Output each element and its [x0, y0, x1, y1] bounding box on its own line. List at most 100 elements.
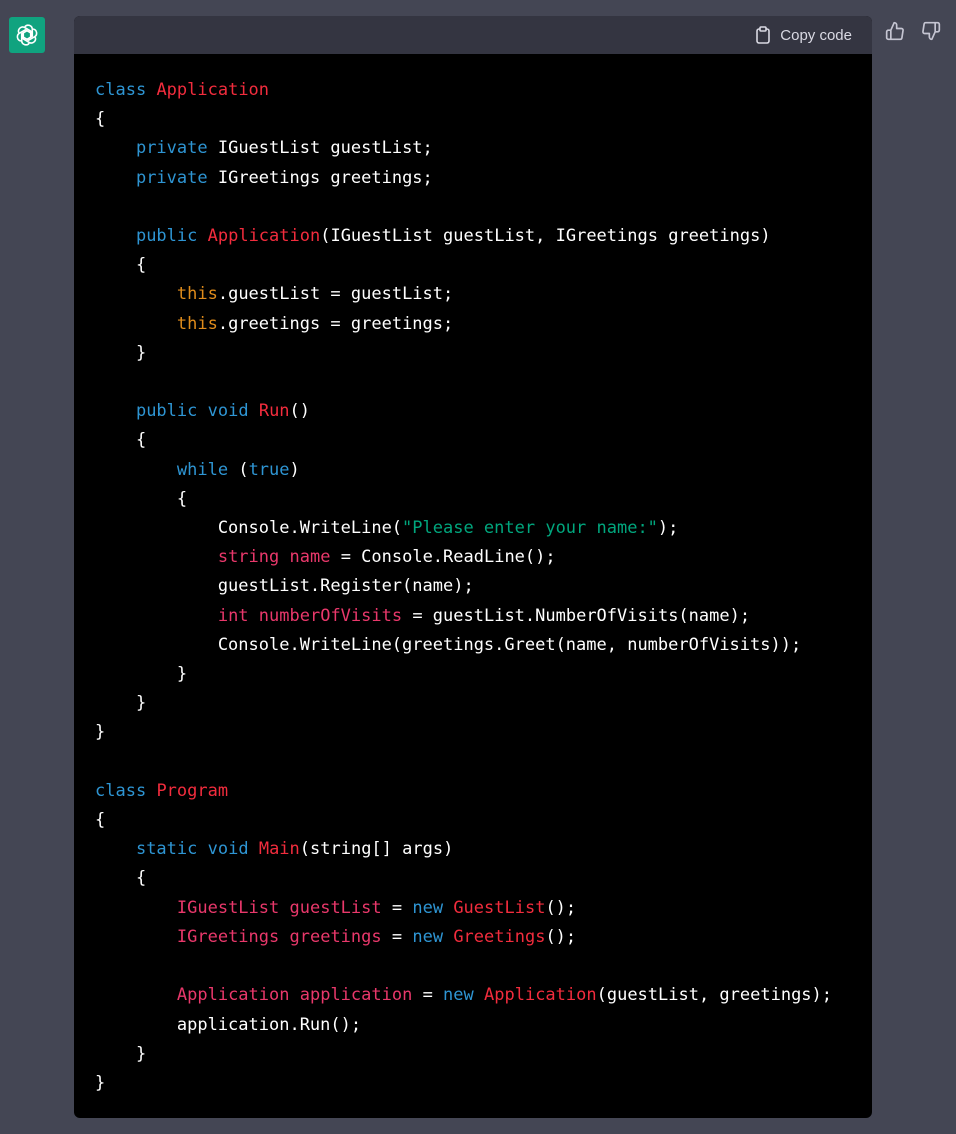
code-token: ();	[545, 897, 577, 918]
code-token: while	[176, 459, 229, 480]
code-token: public	[135, 401, 198, 422]
code-line: Console.WriteLine("Please enter your nam…	[95, 514, 872, 543]
code-line: this.guestList = guestList;	[95, 280, 872, 309]
code-line: {	[95, 806, 872, 835]
code-token: numberOfVisits	[258, 605, 403, 626]
openai-logo-icon	[16, 24, 38, 46]
code-line: }	[95, 339, 872, 368]
thumbs-down-icon	[922, 21, 941, 41]
code-token: void	[207, 401, 249, 422]
code-line: this.greetings = greetings;	[95, 310, 872, 339]
code-token: Console.WriteLine(greetings.Greet(name, …	[95, 634, 802, 655]
code-body: class Application { private IGuestList gu…	[74, 54, 872, 1098]
code-token: "Please enter your name:"	[402, 518, 658, 539]
code-line: private IGreetings greetings;	[95, 164, 872, 193]
code-token: =	[381, 926, 413, 947]
code-token: new	[443, 985, 474, 1006]
code-token: IGuestList	[176, 897, 280, 918]
code-line: }	[95, 660, 872, 689]
code-token: = guestList.NumberOfVisits(name);	[402, 605, 751, 626]
code-line: string name = Console.ReadLine();	[95, 543, 872, 572]
code-token: = Console.ReadLine();	[330, 547, 556, 568]
code-token: ();	[545, 926, 577, 947]
code-token: (IGuestList guestList, IGreetings greeti…	[320, 226, 771, 247]
code-token: this	[176, 313, 218, 334]
code-token: {	[95, 488, 188, 509]
code-token: this	[176, 284, 218, 305]
code-token: );	[657, 518, 679, 539]
code-line: {	[95, 105, 872, 134]
code-line: class Application	[95, 76, 872, 105]
code-token: .greetings = greetings;	[217, 313, 454, 334]
thumbs-down-button[interactable]	[920, 20, 942, 42]
code-line: Application application = new Applicatio…	[95, 981, 872, 1010]
code-line: }	[95, 1040, 872, 1069]
copy-code-button[interactable]: Copy code	[755, 26, 852, 44]
code-token: {	[95, 810, 106, 831]
code-token: guestList.Register(name);	[95, 576, 474, 597]
code-line: {	[95, 426, 872, 455]
code-line: IGreetings greetings = new Greetings();	[95, 923, 872, 952]
code-token: int	[217, 605, 249, 626]
code-line: public Application(IGuestList guestList,…	[95, 222, 872, 251]
code-line: {	[95, 864, 872, 893]
code-token: }	[95, 664, 188, 685]
code-token: .guestList = guestList;	[217, 284, 454, 305]
code-token: (guestList, greetings);	[596, 985, 833, 1006]
code-content: class Application { private IGuestList gu…	[95, 76, 872, 1098]
code-token: private	[135, 138, 208, 159]
code-line: class Program	[95, 777, 872, 806]
code-token: Main	[258, 839, 300, 860]
code-token: IGreetings	[176, 926, 280, 947]
code-token: class	[95, 80, 147, 100]
code-line: while (true)	[95, 456, 872, 485]
code-token: Greetings	[453, 926, 546, 947]
code-line: }	[95, 718, 872, 747]
code-token: {	[95, 255, 147, 276]
code-token: name	[289, 547, 331, 568]
code-token: {	[95, 868, 147, 889]
code-token: Application	[176, 985, 290, 1006]
code-token: application.Run();	[95, 1014, 362, 1035]
code-token: {	[95, 430, 147, 451]
code-token: class	[95, 780, 147, 801]
code-token: (string[] args)	[299, 839, 454, 860]
code-token: new	[412, 926, 444, 947]
code-token: Application	[484, 985, 597, 1006]
code-block: Copy code class Application { private IGu…	[74, 16, 872, 1118]
code-token: Program	[156, 780, 229, 801]
thumbs-up-button[interactable]	[884, 20, 906, 42]
feedback-buttons	[884, 20, 942, 42]
copy-code-label: Copy code	[780, 26, 852, 44]
code-token: Run	[258, 401, 290, 422]
code-token: void	[207, 839, 249, 860]
code-line: {	[95, 485, 872, 514]
assistant-avatar	[9, 17, 45, 53]
code-token: string	[217, 547, 280, 568]
code-line: private IGuestList guestList;	[95, 134, 872, 163]
code-token: private	[135, 167, 208, 188]
thumbs-up-icon	[885, 21, 904, 41]
code-line: int numberOfVisits = guestList.NumberOfV…	[95, 602, 872, 631]
